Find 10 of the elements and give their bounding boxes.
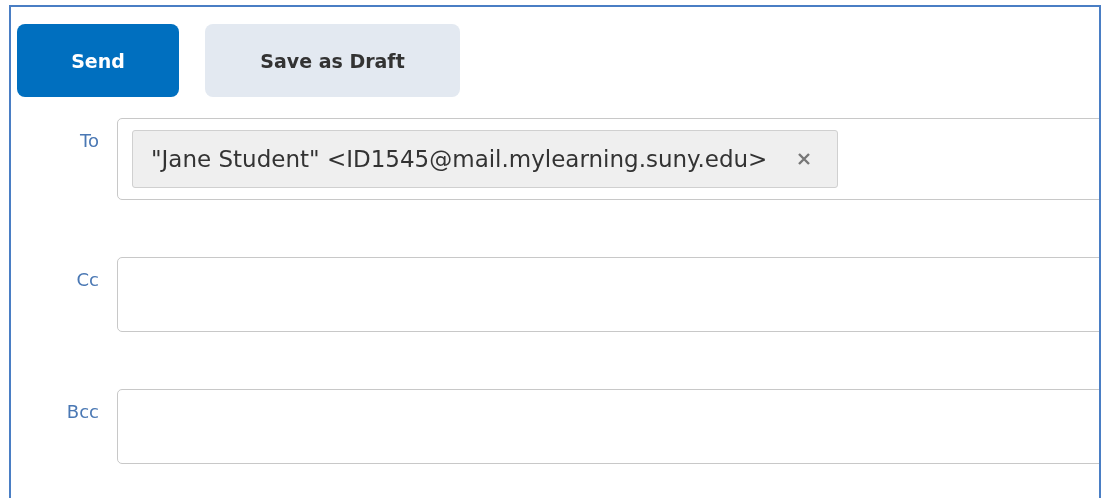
close-icon[interactable] — [797, 152, 812, 166]
save-draft-button[interactable]: Save as Draft — [205, 24, 460, 97]
recipient-address: "Jane Student" <ID1545@mail.mylearning.suny.edu> — [151, 146, 768, 172]
recipient-field[interactable] — [117, 389, 1099, 464]
recipient-field[interactable] — [117, 257, 1099, 332]
field-label: Cc — [76, 269, 100, 290]
recipient-field[interactable]: "Jane Student" <ID1545@mail.mylearning.suny.edu> — [117, 118, 1099, 200]
field-label: Bcc — [66, 401, 100, 422]
send-button[interactable]: Send — [17, 24, 179, 97]
field-label: To — [80, 130, 100, 151]
